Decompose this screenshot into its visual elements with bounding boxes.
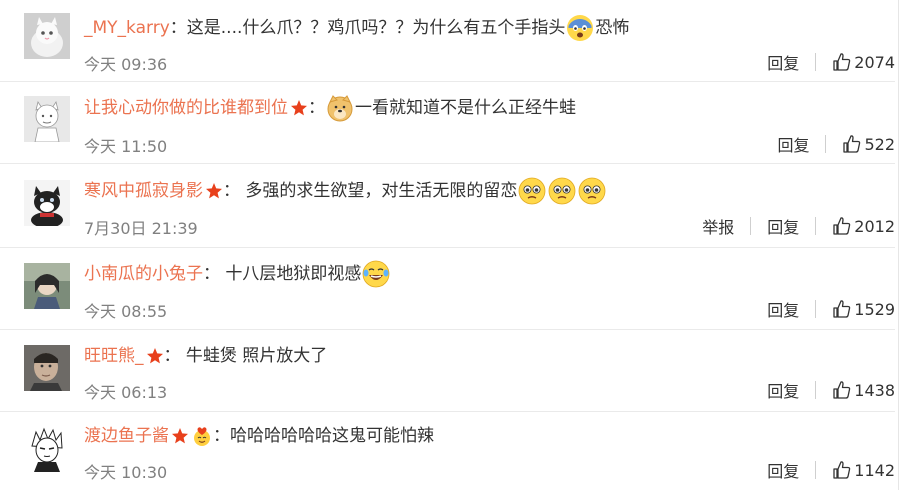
username-link[interactable]: 小南瓜的小兔子: [84, 261, 203, 287]
like-button[interactable]: 2074: [832, 52, 895, 72]
like-count: 1142: [854, 460, 895, 480]
star-badge-icon: [171, 427, 189, 445]
username-link[interactable]: 旺旺熊_: [84, 343, 144, 369]
comment-text-tail: 恐怖: [595, 18, 630, 38]
comment-content: 让我心动你做的比谁都到位 ： 一看就知道不是什么正经牛蛙: [84, 94, 576, 122]
like-button[interactable]: 1142: [832, 460, 895, 480]
comment-text: 牛蛙煲 照片放大了: [185, 346, 328, 366]
thumbs-up-icon: [833, 217, 851, 235]
reply-button[interactable]: 回复: [767, 458, 799, 482]
pleading-face-icon: [518, 177, 546, 205]
doge-icon: [326, 94, 354, 122]
comment-item: 渡边鱼子酱 ： 哈哈哈哈哈哈这鬼可能怕辣 今天 10:30 回复 1142: [0, 411, 895, 490]
laughing-tears-icon: [362, 260, 390, 288]
username-link[interactable]: _MY_karry: [84, 15, 170, 41]
divider: [815, 461, 817, 479]
pleading-face-icon: [578, 177, 606, 205]
like-count: 522: [864, 134, 895, 154]
reply-button[interactable]: 回复: [767, 50, 799, 74]
comment-text: 这是....什么爪？？鸡爪吗？？为什么有五个手指头: [186, 18, 566, 38]
comment-content: _MY_karry： 这是....什么爪？？鸡爪吗？？为什么有五个手指头 恐怖: [84, 14, 629, 42]
like-count: 2012: [854, 216, 895, 236]
divider: [815, 217, 817, 235]
comment-text: 多强的求生欲望，对生活无限的留恋: [245, 181, 518, 201]
thumbs-up-icon: [833, 300, 851, 318]
comment-actions: 回复 1438: [767, 378, 895, 402]
avatar[interactable]: [24, 426, 70, 472]
comment-text: 哈哈哈哈哈哈这鬼可能怕辣: [230, 426, 434, 446]
report-button[interactable]: 举报: [702, 214, 734, 238]
comment-content: 渡边鱼子酱 ： 哈哈哈哈哈哈这鬼可能怕辣: [84, 423, 434, 449]
comment-content: 旺旺熊_ ： 牛蛙煲 照片放大了: [84, 343, 327, 369]
reply-button[interactable]: 回复: [767, 378, 799, 402]
comment-actions: 回复 2074: [767, 50, 895, 74]
divider: [815, 381, 817, 399]
divider: [750, 217, 752, 235]
like-count: 1529: [854, 299, 895, 319]
thumbs-up-icon: [833, 381, 851, 399]
star-badge-icon: [290, 99, 308, 117]
thumbs-up-icon: [843, 135, 861, 153]
comment-item: 小南瓜的小兔子： 十八层地狱即视感 今天 08:55 回复 1529: [0, 247, 895, 330]
comment-item: 寒风中孤寂身影 ： 多强的求生欲望，对生活无限的留恋 7月30日 21:39 举…: [0, 163, 895, 248]
comment-content: 寒风中孤寂身影 ： 多强的求生欲望，对生活无限的留恋: [84, 177, 607, 205]
avatar[interactable]: [24, 13, 70, 59]
comment-time: 今天 08:55: [84, 302, 168, 321]
comment-time: 今天 09:36: [84, 55, 168, 74]
like-button[interactable]: 1529: [832, 299, 895, 319]
comment-actions: 回复 1529: [767, 297, 895, 321]
comment-actions: 回复 522: [777, 132, 895, 156]
comment-item: 旺旺熊_ ： 牛蛙煲 照片放大了 今天 06:13 回复 1438: [0, 329, 895, 412]
comment-time: 今天 06:13: [84, 383, 168, 402]
star-badge-icon: [205, 182, 223, 200]
like-count: 1438: [854, 380, 895, 400]
thumbs-up-icon: [833, 53, 851, 71]
thumbs-up-icon: [833, 461, 851, 479]
divider: [815, 300, 817, 318]
reply-button[interactable]: 回复: [767, 214, 799, 238]
reply-button[interactable]: 回复: [767, 297, 799, 321]
comment-time: 7月30日 21:39: [84, 219, 198, 238]
pleading-face-icon: [548, 177, 576, 205]
username-link[interactable]: 让我心动你做的比谁都到位: [84, 95, 288, 121]
like-button[interactable]: 522: [842, 134, 895, 154]
reply-button[interactable]: 回复: [777, 132, 809, 156]
star-badge-icon: [146, 347, 164, 365]
scroll-border: [898, 0, 899, 490]
comment-item: 让我心动你做的比谁都到位 ： 一看就知道不是什么正经牛蛙 今天 11:50 回复…: [0, 81, 895, 164]
heart-face-badge-icon: [191, 425, 213, 447]
divider: [815, 53, 817, 71]
avatar[interactable]: [24, 180, 70, 226]
username-link[interactable]: 渡边鱼子酱: [84, 423, 169, 449]
avatar[interactable]: [24, 263, 70, 309]
avatar[interactable]: [24, 345, 70, 391]
comment-time: 今天 11:50: [84, 137, 168, 156]
comment-time: 今天 10:30: [84, 463, 168, 482]
like-button[interactable]: 1438: [832, 380, 895, 400]
like-button[interactable]: 2012: [832, 216, 895, 236]
avatar[interactable]: [24, 96, 70, 142]
comment-content: 小南瓜的小兔子： 十八层地狱即视感: [84, 260, 391, 288]
comment-text: 十八层地狱即视感: [225, 264, 362, 284]
like-count: 2074: [854, 52, 895, 72]
divider: [825, 135, 827, 153]
comment-text: 一看就知道不是什么正经牛蛙: [355, 98, 576, 118]
comment-actions: 举报 回复 2012: [702, 214, 895, 238]
comment-item: _MY_karry： 这是....什么爪？？鸡爪吗？？为什么有五个手指头 恐怖 …: [0, 0, 895, 82]
username-link[interactable]: 寒风中孤寂身影: [84, 178, 203, 204]
scared-face-icon: [566, 14, 594, 42]
comment-actions: 回复 1142: [767, 458, 895, 482]
